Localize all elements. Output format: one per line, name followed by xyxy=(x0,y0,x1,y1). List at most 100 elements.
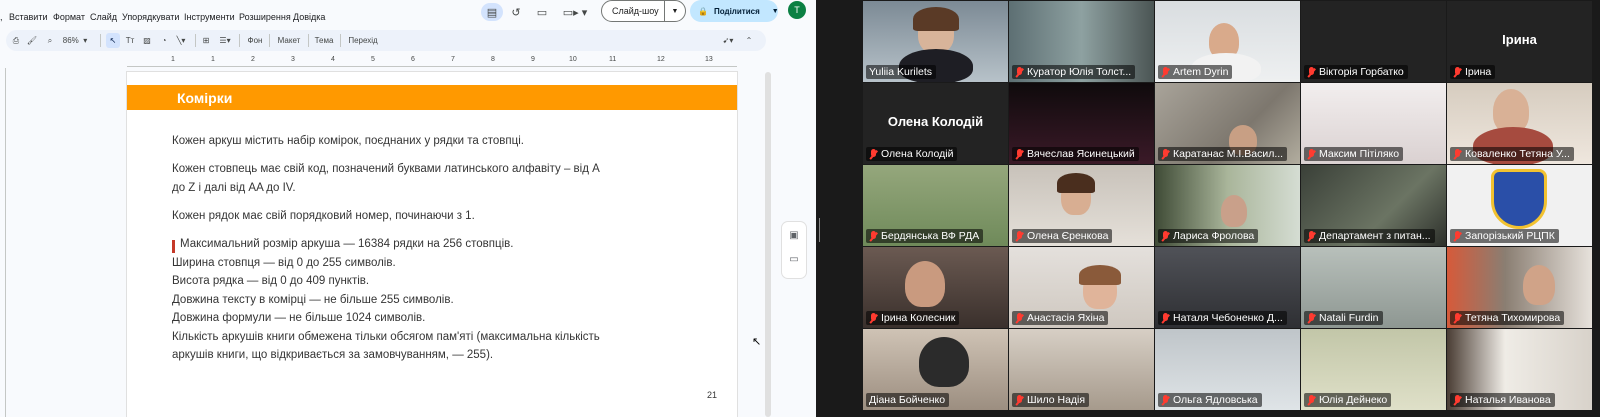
ruler-number: 12 xyxy=(657,56,665,63)
participant-tile[interactable]: Куратор Юлія Толст... xyxy=(1009,1,1154,82)
participant-tile[interactable]: Лариса Фролова xyxy=(1155,165,1300,246)
folder-icon[interactable]: ▭ xyxy=(787,254,801,268)
slide-title[interactable]: Комірки xyxy=(177,90,232,106)
person-face xyxy=(1221,195,1247,227)
menu-arrange[interactable]: Упорядкувати xyxy=(122,12,179,22)
participant-tile[interactable]: Yuliia Kurilets xyxy=(863,1,1008,82)
slide-list-item[interactable]: Довжина формули — не більше 1024 символі… xyxy=(172,309,425,328)
participant-tile[interactable]: Вячеслав Ясинецький xyxy=(1009,83,1154,164)
theme-button[interactable]: Тема xyxy=(312,33,336,48)
participant-tile[interactable]: Тетяна Тихомирова xyxy=(1447,247,1592,328)
slideshow-button[interactable]: Слайд-шоу ▼ xyxy=(601,0,686,22)
participant-tile[interactable]: Анастасія Яхіна xyxy=(1009,247,1154,328)
slide-canvas[interactable]: Комірки Кожен аркуш містить набір коміро… xyxy=(127,72,737,417)
video-grid: Yuliia Kurilets Куратор Юлія Толст... Ar… xyxy=(861,0,1600,417)
menu-extensions[interactable]: Розширення xyxy=(239,12,291,22)
share-button[interactable]: 🔒 Поділитися ▼ xyxy=(690,0,779,22)
line-style-icon[interactable]: ☰▾ xyxy=(216,33,234,48)
avatar[interactable]: T xyxy=(788,1,806,19)
participant-tile[interactable]: Наталя Чебоненко Д... xyxy=(1155,247,1300,328)
slide-paragraph[interactable]: Кожен аркуш містить набір комірок, поєдн… xyxy=(172,132,524,151)
collapse-toolbar-icon[interactable]: ⌃ xyxy=(743,33,755,48)
slide-paragraph[interactable]: до Z і далі від AA до IV. xyxy=(172,179,296,198)
transition-button[interactable]: Перехід xyxy=(345,33,381,48)
slide-list-item[interactable]: Кількість аркушів книги обмежена тільки … xyxy=(172,328,600,347)
participant-label: Запорізький РЦПК xyxy=(1450,229,1559,243)
participant-label: Департамент з питан... xyxy=(1304,229,1435,243)
menu-insert[interactable]: Вставити xyxy=(9,12,48,22)
participant-tile[interactable]: Ірина Ірина xyxy=(1447,1,1592,82)
speaker-notes-icon[interactable]: ▣ xyxy=(787,230,801,244)
zoom-select[interactable]: 86% ▾ xyxy=(58,33,92,48)
participant-tile[interactable]: Коваленко Тетяна У... xyxy=(1447,83,1592,164)
participant-tile[interactable]: Наталья Иванова xyxy=(1447,329,1592,410)
participant-label: Наталя Чебоненко Д... xyxy=(1158,311,1287,325)
muted-mic-icon xyxy=(1161,312,1170,324)
participant-tile[interactable]: Шило Надія xyxy=(1009,329,1154,410)
layout-button[interactable]: Макет xyxy=(274,33,304,48)
participant-tile[interactable]: Олена Колодій Олена Колодій xyxy=(863,83,1008,164)
participant-tile[interactable]: Artem Dyrin xyxy=(1155,1,1300,82)
participant-label: Олена Єренкова xyxy=(1012,229,1113,243)
participant-tile[interactable]: Запорізький РЦПК xyxy=(1447,165,1592,246)
participant-tile[interactable]: Департамент з питан... xyxy=(1301,165,1446,246)
participant-name: Ірина xyxy=(1465,66,1492,78)
muted-mic-icon xyxy=(1015,148,1024,160)
participant-label: Ірина xyxy=(1450,65,1496,79)
participant-name: Наталья Иванова xyxy=(1465,394,1551,406)
participant-tile[interactable]: Діана Бойченко xyxy=(863,329,1008,410)
window-divider[interactable] xyxy=(816,0,822,417)
slide-paragraph[interactable]: Кожен рядок має свій порядковий номер, п… xyxy=(172,207,475,226)
slide-paragraph[interactable]: Кожен стовпець має свій код, позначений … xyxy=(172,160,600,179)
ruler-number: 6 xyxy=(411,56,415,63)
participant-tile[interactable]: Ірина Колесник xyxy=(863,247,1008,328)
zoom-icon[interactable]: ⌕ xyxy=(44,33,56,48)
muted-mic-icon xyxy=(1453,148,1462,160)
comment-icon[interactable]: ▭ xyxy=(532,3,552,21)
paint-format-icon[interactable]: 🖌 xyxy=(26,33,38,48)
participant-name: Бердянська ВФ РДА xyxy=(881,230,980,242)
select-cursor-icon[interactable]: ↖ xyxy=(106,33,120,48)
mouse-pointer-icon: ↖ xyxy=(752,336,762,348)
participant-tile[interactable]: Максим Пітіляко xyxy=(1301,83,1446,164)
menu-help[interactable]: Довідка xyxy=(293,12,325,22)
history-icon[interactable]: ↺ xyxy=(506,3,526,21)
pointer-mode-icon[interactable]: ➹▾ xyxy=(717,33,739,48)
participant-tile[interactable]: Бердянська ВФ РДА xyxy=(863,165,1008,246)
chevron-down-icon[interactable]: ▼ xyxy=(772,8,779,15)
meet-camera-icon[interactable]: ▭▸ ▾ xyxy=(560,3,590,21)
chevron-down-icon[interactable]: ▼ xyxy=(665,8,685,15)
text-box-icon[interactable]: Tт xyxy=(123,33,137,48)
slide-list-item[interactable]: Висота рядка — від 0 до 409 пунктів. xyxy=(172,272,369,291)
background-button[interactable]: Фон xyxy=(243,33,267,48)
meeting-present-icon[interactable]: ▤ xyxy=(481,3,503,21)
participant-tile[interactable]: Каратанас М.І.Васил... xyxy=(1155,83,1300,164)
menu-tools[interactable]: Інструменти xyxy=(184,12,235,22)
toolbar-divider xyxy=(100,34,101,47)
print-icon[interactable]: ⎙ xyxy=(10,33,22,48)
participant-tile[interactable]: Юлія Дейнеко xyxy=(1301,329,1446,410)
shape-icon[interactable]: ◔ xyxy=(157,33,171,48)
participant-tile[interactable]: Natali Furdin xyxy=(1301,247,1446,328)
slide-list-item[interactable]: Максимальний розмір аркуша — 16384 рядки… xyxy=(180,235,513,254)
person-face xyxy=(905,261,945,307)
slide-list-item[interactable]: аркушів книги, що відкривається за замов… xyxy=(172,346,493,365)
line-icon[interactable]: ╲▾ xyxy=(172,33,190,48)
image-icon[interactable]: ▨ xyxy=(140,33,154,48)
participant-tile[interactable]: Вікторія Горбатко xyxy=(1301,1,1446,82)
slide-list-item[interactable]: Ширина стовпця — від 0 до 255 символів. xyxy=(172,254,396,273)
vertical-scrollbar[interactable] xyxy=(765,72,771,417)
ruler-number: 2 xyxy=(251,56,255,63)
divider-handle[interactable] xyxy=(819,218,820,242)
slide-list-item[interactable]: Довжина тексту в комірці — не більше 255… xyxy=(172,291,454,310)
participant-tile[interactable]: Олена Єренкова xyxy=(1009,165,1154,246)
participant-label: Бердянська ВФ РДА xyxy=(866,229,984,243)
add-comment-icon[interactable]: ⊞ xyxy=(199,33,213,48)
menu-slide[interactable]: Слайд xyxy=(90,12,117,22)
menu-format[interactable]: Формат xyxy=(53,12,85,22)
participant-tile[interactable]: Ольга Ядловська xyxy=(1155,329,1300,410)
muted-mic-icon xyxy=(1015,394,1024,406)
participant-label: Діана Бойченко xyxy=(866,393,950,407)
participant-label: Анастасія Яхіна xyxy=(1012,311,1109,325)
participant-name: Юлія Дейнеко xyxy=(1319,394,1388,406)
